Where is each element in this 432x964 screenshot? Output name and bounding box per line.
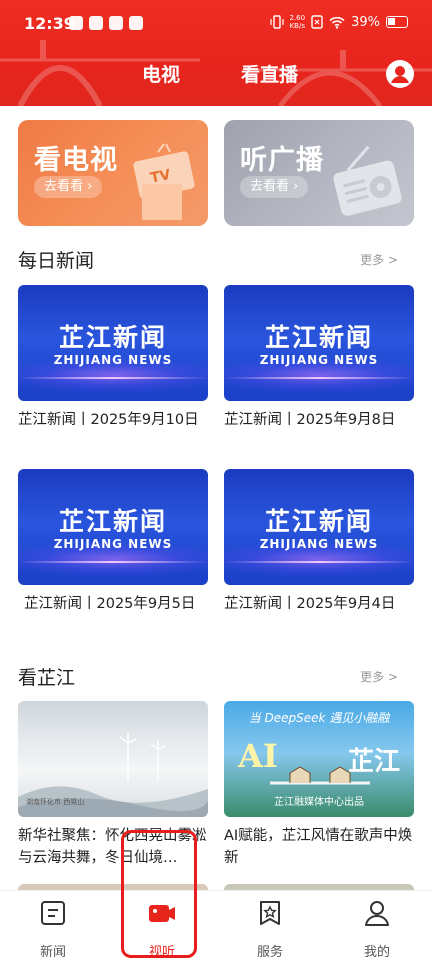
status-bar: 12:39 2.60 KB/s 39% bbox=[0, 10, 432, 40]
thumbnail-footer: 芷江融媒体中心出品 bbox=[274, 797, 364, 808]
nav-service[interactable]: 服务 bbox=[230, 897, 310, 960]
news-card[interactable]: 芷江新闻 ZHIJIANG NEWS 芷江新闻丨2025年9月10日 bbox=[18, 285, 208, 431]
daily-news-heading: 每日新闻 bbox=[18, 250, 95, 272]
thumbnail-title-cn: 芷江新闻 bbox=[58, 323, 167, 352]
vibrate-icon bbox=[269, 15, 284, 29]
user-avatar-icon bbox=[387, 61, 413, 87]
wifi-icon bbox=[329, 16, 345, 29]
status-time: 12:39 bbox=[24, 14, 75, 33]
user-avatar-button[interactable] bbox=[386, 60, 414, 88]
battery-icon bbox=[386, 16, 408, 28]
watch-tv-title: 看电视 bbox=[34, 145, 118, 176]
nav-service-label: 服务 bbox=[256, 945, 283, 960]
top-tabs: 电视 看直播 bbox=[0, 58, 432, 94]
thumbnail-title-cn: 芷江新闻 bbox=[264, 323, 373, 352]
daily-news-more-link[interactable]: 更多 > bbox=[360, 251, 398, 268]
news-card[interactable]: 芷江新闻 ZHIJIANG NEWS 芷江新闻丨2025年9月5日 bbox=[18, 469, 208, 615]
thumbnail-banner: 当 DeepSeek 遇见小融融 bbox=[248, 711, 390, 725]
status-right-group: 2.60 KB/s 39% bbox=[269, 14, 408, 30]
tab-tv[interactable]: 电视 bbox=[142, 60, 180, 87]
watch-tv-go-button[interactable]: 去看看 › bbox=[34, 176, 103, 198]
video-caption: 湖南怀化市 西晃山 bbox=[26, 798, 85, 806]
news-thumbnail: 芷江新闻 ZHIJIANG NEWS bbox=[224, 285, 414, 401]
news-title: 芷江新闻丨2025年9月10日 bbox=[18, 412, 199, 428]
network-speed-unit: KB/s bbox=[289, 22, 305, 30]
news-thumbnail: 芷江新闻 ZHIJIANG NEWS bbox=[18, 285, 208, 401]
listen-radio-title: 听广播 bbox=[240, 145, 324, 176]
top-header: 12:39 2.60 KB/s 39% 电视 看直播 bbox=[0, 0, 432, 106]
news-thumbnail: 芷江新闻 ZHIJIANG NEWS bbox=[18, 469, 208, 585]
thumbnail-title-cn: 芷江新闻 bbox=[58, 507, 167, 536]
mail-notification-icon bbox=[109, 16, 123, 30]
thumbnail-title-en: ZHIJIANG NEWS bbox=[53, 353, 173, 367]
nav-mine[interactable]: 我的 bbox=[337, 897, 417, 960]
thumbnail-title-en: ZHIJIANG NEWS bbox=[259, 353, 379, 367]
video-thumbnail: 当 DeepSeek 遇见小融融 AI 芷江 芷江融媒体中心出品 bbox=[224, 701, 414, 817]
crown-notification-icon bbox=[129, 16, 143, 30]
listen-radio-go-button[interactable]: 去看看 › bbox=[240, 176, 309, 198]
news-card[interactable]: 芷江新闻 ZHIJIANG NEWS 芷江新闻丨2025年9月8日 bbox=[224, 285, 414, 431]
video-title: AI赋能，芷江风情在歌声中焕新 bbox=[224, 828, 413, 866]
thumbnail-title-en: ZHIJIANG NEWS bbox=[259, 537, 379, 551]
news-icon bbox=[41, 901, 65, 925]
video-thumbnail: 湖南怀化市 西晃山 bbox=[18, 701, 208, 817]
status-notification-icons bbox=[69, 16, 143, 30]
network-speed: 2.60 KB/s bbox=[290, 14, 306, 30]
service-star-icon bbox=[260, 901, 280, 925]
news-card[interactable]: 芷江新闻 ZHIJIANG NEWS 芷江新闻丨2025年9月4日 bbox=[224, 469, 414, 615]
video-card[interactable]: 当 DeepSeek 遇见小融融 AI 芷江 芷江融媒体中心出品 AI赋能，芷江… bbox=[224, 701, 414, 869]
fog-mountain-graphic bbox=[18, 786, 208, 817]
tiktok-notification-icon bbox=[69, 16, 83, 30]
zhijiang-heading: 看芷江 bbox=[18, 667, 76, 689]
sim-icon bbox=[311, 15, 323, 29]
watch-tv-card[interactable]: 看电视 去看看 › TV bbox=[18, 120, 208, 226]
news-title: 芷江新闻丨2025年9月8日 bbox=[224, 412, 396, 428]
thumbnail-title-en: ZHIJIANG NEWS bbox=[53, 537, 173, 551]
news-title: 芷江新闻丨2025年9月5日 bbox=[24, 596, 196, 612]
listen-radio-card[interactable]: 听广播 去看看 › bbox=[224, 120, 414, 226]
news-title: 芷江新闻丨2025年9月4日 bbox=[224, 596, 396, 612]
bottom-navigation: 新闻 视听 服务 我的 bbox=[0, 890, 432, 964]
radio-icon bbox=[333, 145, 402, 216]
selection-highlight-box bbox=[121, 830, 197, 958]
news-thumbnail: 芷江新闻 ZHIJIANG NEWS bbox=[224, 469, 414, 585]
thumbnail-title-cn: 芷江新闻 bbox=[264, 507, 373, 536]
zhijiang-more-link[interactable]: 更多 > bbox=[360, 668, 398, 685]
nav-news-label: 新闻 bbox=[39, 945, 66, 960]
tab-live[interactable]: 看直播 bbox=[241, 60, 298, 87]
app-notification-icon bbox=[89, 16, 103, 30]
wind-rain-bridge-graphic bbox=[270, 766, 370, 785]
nav-mine-label: 我的 bbox=[363, 945, 390, 960]
wind-turbine-graphic bbox=[119, 733, 166, 781]
tv-icon: TV bbox=[133, 143, 195, 220]
battery-percent: 39% bbox=[351, 14, 380, 30]
profile-icon bbox=[365, 901, 389, 926]
nav-news[interactable]: 新闻 bbox=[13, 897, 93, 960]
network-speed-value: 2.60 bbox=[289, 14, 306, 22]
